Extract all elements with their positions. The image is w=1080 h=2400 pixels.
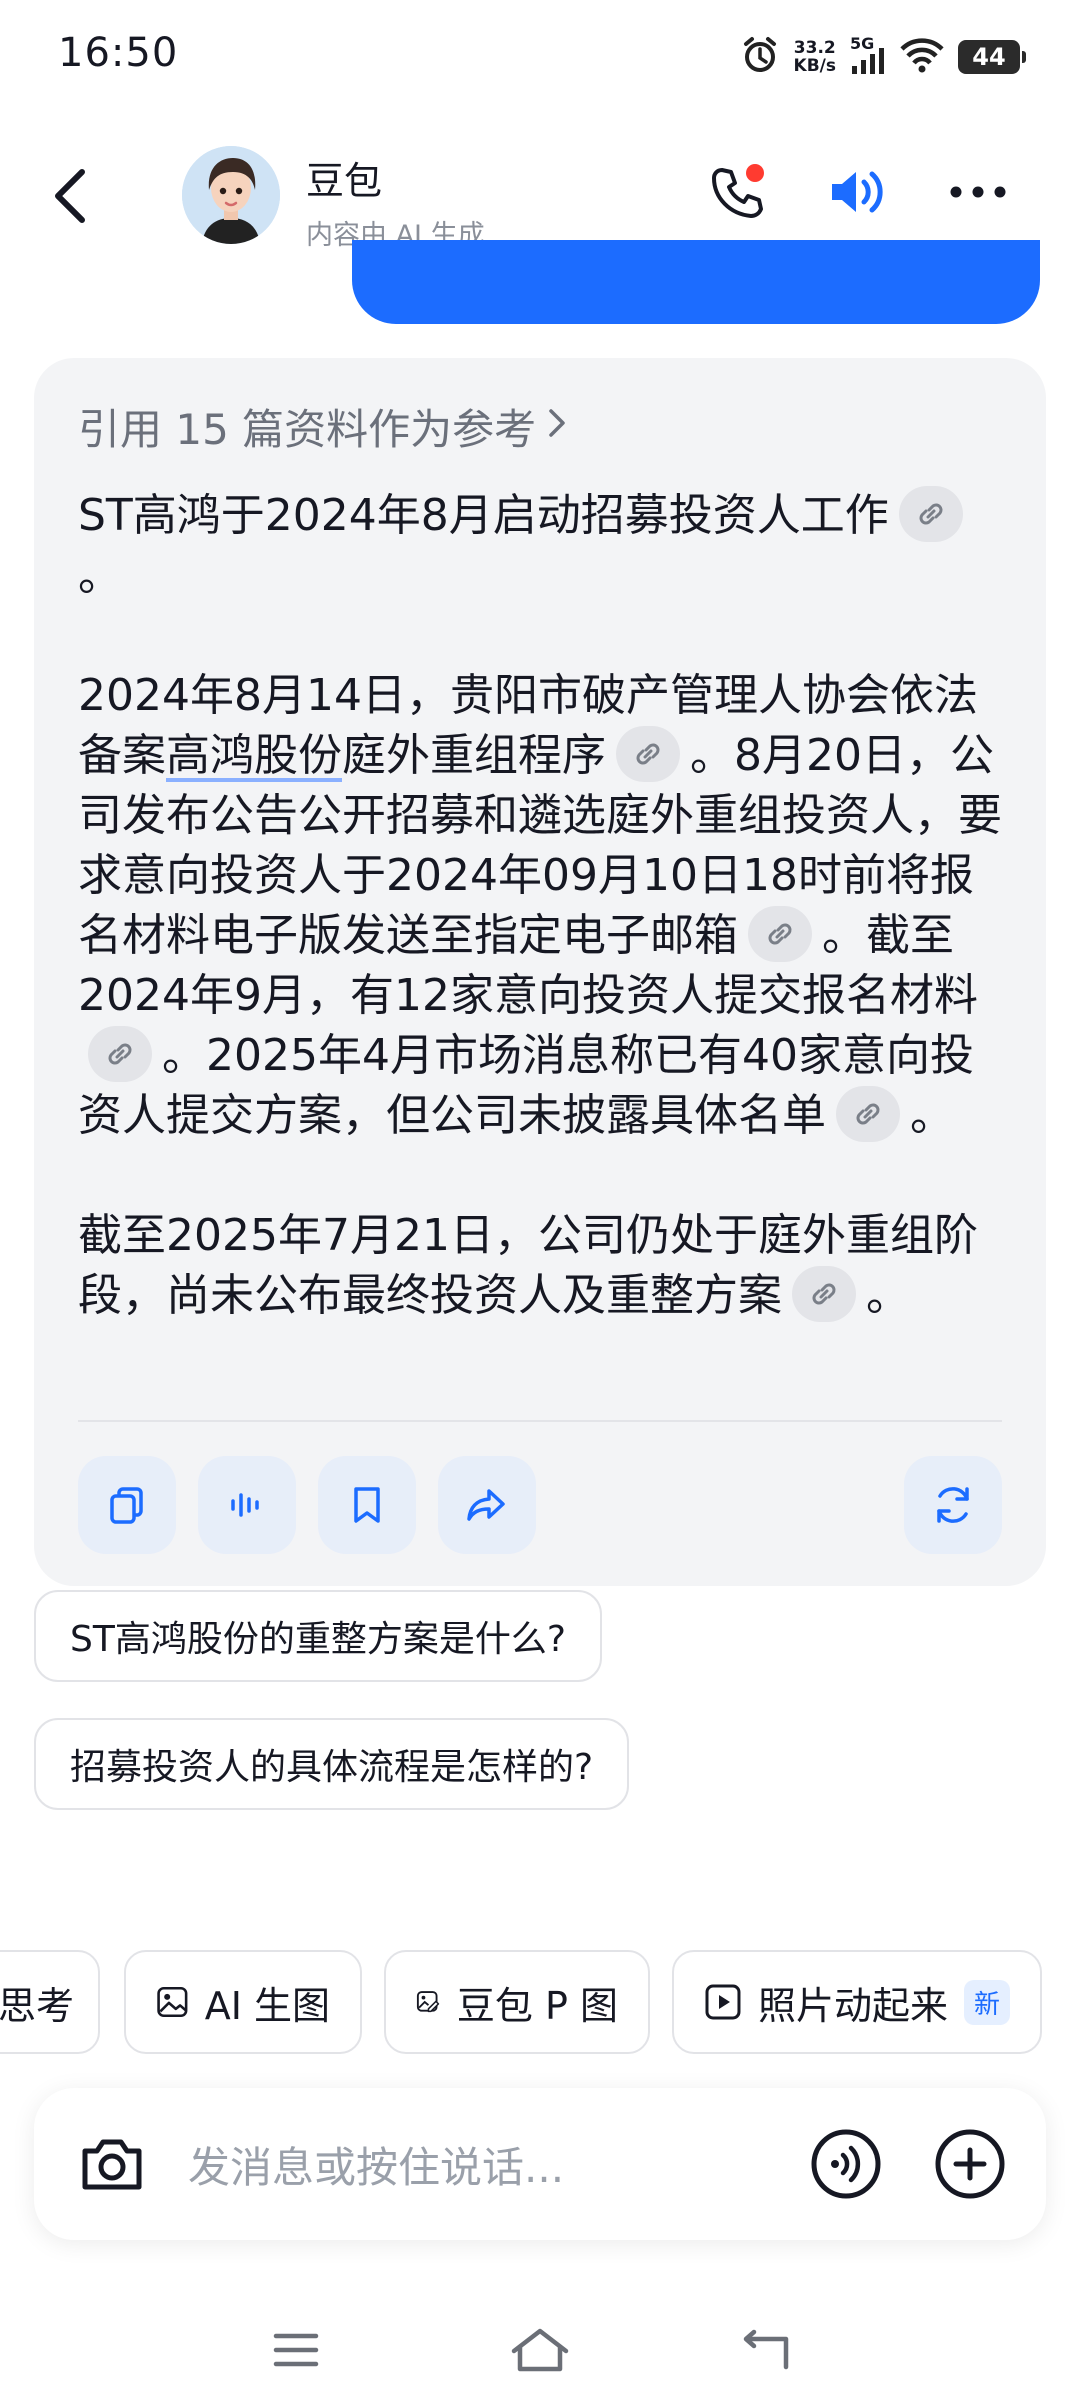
answer-paragraph-3: 截至2025年7月21日，公司仍处于庭外重组阶段，尚未公布最终投资人及重整方案。 <box>78 1206 1008 1326</box>
new-badge: 新 <box>963 1979 1010 2025</box>
more-button[interactable] <box>942 158 1014 230</box>
citation-button[interactable] <box>836 1086 900 1142</box>
suggestion-chip[interactable]: ST高鸿股份的重整方案是什么? <box>34 1590 602 1682</box>
video-play-icon <box>705 1984 741 2020</box>
bookmark-icon <box>354 1487 380 1523</box>
add-button[interactable] <box>932 2126 1008 2202</box>
battery-icon: 44 <box>958 40 1026 74</box>
chip-thinking[interactable]: 思考 <box>0 1950 100 2054</box>
camera-icon <box>82 2139 142 2190</box>
status-icons: 33.2 KB/s 5G 44 <box>740 34 1026 80</box>
feature-chips: 思考 AI 生图 豆包 P 图 照片动起来 新 <box>0 1950 1080 2054</box>
suggestion-chip[interactable]: 招募投资人的具体流程是怎样的? <box>34 1718 630 1810</box>
link-icon <box>919 503 943 525</box>
menu-icon <box>273 2333 319 2367</box>
link-icon <box>768 923 792 945</box>
alarm-icon <box>740 35 780 79</box>
status-time: 16:50 <box>58 30 179 76</box>
answer-paragraph-1: ST高鸿于2024年8月启动招募投资人工作。 <box>78 486 1008 606</box>
citation-button[interactable] <box>616 726 680 782</box>
voice-input-button[interactable] <box>808 2126 884 2202</box>
answer-text: ST高鸿于2024年8月启动招募投资人工作。 2024年8月14日，贵阳市破产管… <box>78 486 1008 1326</box>
ai-answer-card: 引用 15 篇资料作为参考 ST高鸿于2024年8月启动招募投资人工作。 202… <box>34 358 1046 1586</box>
copy-icon <box>110 1487 143 1524</box>
share-button[interactable] <box>438 1456 536 1554</box>
answer-text-span: 。 <box>866 1270 910 1321</box>
notification-dot <box>746 164 764 182</box>
network-speed: 33.2 KB/s <box>794 39 836 75</box>
home-nav-button[interactable] <box>500 2320 580 2380</box>
chip-animate-photo[interactable]: 照片动起来 新 <box>672 1950 1042 2054</box>
image-icon <box>157 1986 188 2018</box>
copy-button[interactable] <box>78 1456 176 1554</box>
signal-group: 5G <box>850 36 886 78</box>
avatar[interactable] <box>182 146 280 244</box>
citation-button[interactable] <box>898 486 963 542</box>
answer-text-span: 。 <box>910 1090 954 1141</box>
avatar-image <box>182 146 280 244</box>
link-icon <box>856 1103 880 1125</box>
battery-level: 44 <box>972 43 1006 71</box>
answer-text-span: 庭外重组程序 <box>342 730 606 781</box>
message-input[interactable]: 发消息或按住说话... <box>188 2134 564 2195</box>
link-icon <box>636 743 660 765</box>
system-nav-bar <box>0 2300 1080 2400</box>
divider <box>78 1420 1002 1422</box>
answer-paragraph-2: 2024年8月14日，贵阳市破产管理人协会依法备案高鸿股份庭外重组程序 。8月20… <box>78 666 1008 1146</box>
back-nav-icon <box>743 2329 789 2370</box>
speed-unit: KB/s <box>793 56 836 76</box>
voice-playback-button[interactable] <box>822 158 894 230</box>
chip-label: 照片动起来 <box>757 1983 948 2028</box>
status-bar: 16:50 33.2 KB/s 5G 44 <box>0 0 1080 110</box>
user-message-bubble[interactable] <box>352 240 1040 324</box>
message-input-bar: 发消息或按住说话... <box>34 2088 1046 2240</box>
share-icon <box>467 1489 505 1521</box>
back-icon <box>50 166 90 230</box>
chip-label: 思考 <box>0 1983 75 2028</box>
speaker-icon <box>826 164 890 224</box>
chat-title: 豆包 <box>306 159 383 203</box>
read-aloud-button[interactable] <box>198 1456 296 1554</box>
back-nav-button[interactable] <box>726 2320 806 2380</box>
answer-text-span: 。 <box>78 550 122 601</box>
regenerate-icon <box>937 1487 969 1523</box>
menu-nav-button[interactable] <box>256 2320 336 2380</box>
citation-button[interactable] <box>748 906 812 962</box>
voice-wave-icon <box>811 2129 881 2199</box>
back-button[interactable] <box>40 162 100 234</box>
camera-button[interactable] <box>72 2124 152 2204</box>
voice-play-icon <box>231 1493 259 1517</box>
references-link[interactable]: 引用 15 篇资料作为参考 <box>78 396 568 457</box>
chip-ai-image[interactable]: AI 生图 <box>124 1950 362 2054</box>
chat-title-group[interactable]: 豆包 内容由 AI 生成 <box>306 150 485 252</box>
plus-icon <box>935 2129 1005 2199</box>
wifi-icon <box>900 37 944 77</box>
image-edit-icon <box>416 1991 440 2013</box>
speed-value: 33.2 <box>793 38 836 58</box>
chip-label: AI 生图 <box>204 1983 330 2028</box>
link-icon <box>812 1283 836 1305</box>
answer-actions <box>78 1456 1002 1554</box>
link-icon <box>108 1043 132 1065</box>
bookmark-button[interactable] <box>318 1456 416 1554</box>
home-icon <box>511 2328 569 2372</box>
citation-button[interactable] <box>88 1026 152 1082</box>
chevron-right-icon <box>546 402 568 451</box>
answer-text-span: ST高鸿于2024年8月启动招募投资人工作 <box>78 490 889 541</box>
chip-doubao-p-image[interactable]: 豆包 P 图 <box>384 1950 650 2054</box>
references-label: 引用 15 篇资料作为参考 <box>78 405 537 454</box>
more-icon <box>948 184 1008 204</box>
regenerate-button[interactable] <box>904 1456 1002 1554</box>
citation-button[interactable] <box>792 1266 856 1322</box>
phone-call-button[interactable] <box>700 158 772 230</box>
entity-link-gaohong[interactable]: 高鸿股份 <box>166 730 342 781</box>
signal-icon <box>850 48 886 78</box>
chip-label: 豆包 P 图 <box>456 1983 618 2028</box>
